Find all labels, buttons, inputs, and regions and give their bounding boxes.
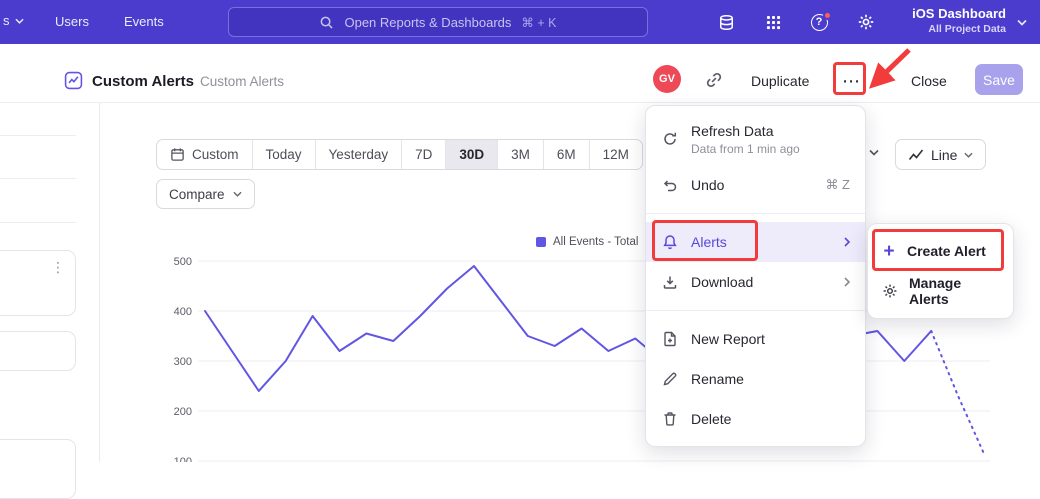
date-range-today[interactable]: Today [252, 140, 315, 169]
dashboard-chart-icon [64, 71, 83, 90]
sidebar-divider [0, 135, 76, 136]
menu-shortcut: ⌘ Z [825, 177, 850, 193]
menu-label: Undo [691, 177, 724, 193]
legend-swatch [536, 237, 546, 247]
calendar-icon [170, 147, 185, 162]
breadcrumb: Custom Alerts [200, 74, 284, 89]
date-range-3m[interactable]: 3M [497, 140, 543, 169]
compare-button[interactable]: Compare [156, 179, 255, 209]
menu-label: Refresh Data [691, 123, 800, 139]
annotation-rect-create-alert [872, 229, 1004, 271]
report-card[interactable] [0, 439, 76, 499]
legend-item[interactable]: All Events - Total [536, 236, 638, 248]
date-range-12m[interactable]: 12M [589, 140, 642, 169]
menu-label: Delete [691, 411, 731, 427]
undo-icon [661, 177, 679, 193]
share-link-icon[interactable] [705, 71, 723, 89]
svg-text:100: 100 [174, 456, 192, 462]
menu-item-delete[interactable]: Delete [646, 399, 865, 439]
date-range-control: Custom Today Yesterday 7D 30D 3M 6M 12M [156, 139, 643, 170]
project-switcher[interactable]: iOS Dashboard All Project Data [912, 6, 1006, 35]
notification-dot [823, 11, 832, 20]
report-card[interactable]: ⋮ [0, 250, 76, 316]
chart-type-selector[interactable]: Line [895, 139, 986, 170]
menu-item-undo[interactable]: Undo ⌘ Z [646, 165, 865, 205]
save-button[interactable]: Save [975, 64, 1023, 95]
hidden-control-chevron[interactable] [869, 149, 879, 156]
report-card[interactable] [0, 331, 76, 371]
help-circle: ? [811, 14, 828, 31]
menu-label: Rename [691, 371, 744, 387]
apps-grid-icon[interactable] [763, 12, 783, 32]
svg-text:200: 200 [174, 406, 192, 418]
legend-label: All Events - Total [553, 236, 638, 248]
menu-sublabel: Data from 1 min ago [691, 142, 800, 156]
submenu-label: Manage Alerts [909, 275, 1000, 307]
sidebar-divider [0, 178, 76, 179]
chevron-down-icon [15, 18, 24, 24]
project-name: iOS Dashboard [912, 6, 1006, 21]
nav-item-partial[interactable]: s [3, 13, 24, 28]
download-icon [661, 274, 679, 290]
new-report-icon [661, 331, 679, 347]
pencil-icon [661, 371, 679, 387]
menu-item-rename[interactable]: Rename [646, 359, 865, 399]
date-range-yesterday[interactable]: Yesterday [315, 140, 402, 169]
gear-icon [881, 283, 899, 299]
nav-item-events[interactable]: Events [124, 14, 164, 29]
chevron-down-icon [233, 191, 242, 197]
date-range-7d[interactable]: 7D [401, 140, 445, 169]
svg-text:400: 400 [174, 306, 192, 318]
trash-icon [661, 411, 679, 427]
line-chart-icon [908, 147, 924, 163]
date-range-custom[interactable]: Custom [157, 140, 252, 169]
menu-label: Download [691, 274, 753, 290]
search-icon [319, 15, 334, 30]
submenu-item-manage-alerts[interactable]: Manage Alerts [868, 271, 1013, 311]
chevron-right-icon [844, 277, 850, 287]
chart-type-label: Line [931, 147, 957, 163]
search-shortcut: ⌘ + K [521, 15, 556, 30]
date-range-30d[interactable]: 30D [445, 140, 497, 169]
annotation-arrow [862, 40, 922, 94]
chevron-right-icon [844, 237, 850, 247]
date-range-6m[interactable]: 6M [543, 140, 589, 169]
avatar[interactable]: GV [653, 65, 681, 93]
top-navigation-bar: s Users Events Open Reports & Dashboards… [0, 0, 1040, 44]
menu-label: New Report [691, 331, 765, 347]
refresh-icon [661, 131, 679, 147]
menu-item-new-report[interactable]: New Report [646, 319, 865, 359]
data-management-icon[interactable] [716, 12, 736, 32]
sidebar-divider [0, 222, 76, 223]
svg-text:300: 300 [174, 356, 192, 368]
chevron-down-icon [964, 152, 973, 158]
page-title: Custom Alerts [92, 73, 194, 90]
kebab-menu-icon[interactable]: ⋮ [51, 259, 65, 276]
nav-partial-label: s [3, 13, 10, 28]
dashboard-sidebar: ⋮ [0, 103, 100, 462]
date-range-custom-label: Custom [192, 147, 239, 162]
settings-gear-icon[interactable] [856, 12, 876, 32]
menu-divider [646, 310, 865, 311]
search-placeholder: Open Reports & Dashboards [344, 15, 511, 30]
help-glyph: ? [816, 16, 823, 28]
menu-divider [646, 213, 865, 214]
help-icon[interactable]: ? [809, 12, 829, 32]
svg-text:500: 500 [174, 256, 192, 268]
report-actions-menu: Refresh Data Data from 1 min ago Undo ⌘ … [645, 105, 866, 447]
menu-item-download[interactable]: Download [646, 262, 865, 302]
global-search-input[interactable]: Open Reports & Dashboards ⌘ + K [228, 7, 648, 37]
annotation-rect-alerts [652, 220, 758, 261]
menu-item-refresh-data[interactable]: Refresh Data Data from 1 min ago [646, 113, 865, 165]
project-subtitle: All Project Data [912, 23, 1006, 35]
duplicate-button[interactable]: Duplicate [751, 73, 809, 89]
compare-label: Compare [169, 187, 225, 202]
chevron-down-icon [1017, 19, 1027, 26]
nav-item-users[interactable]: Users [55, 14, 89, 29]
